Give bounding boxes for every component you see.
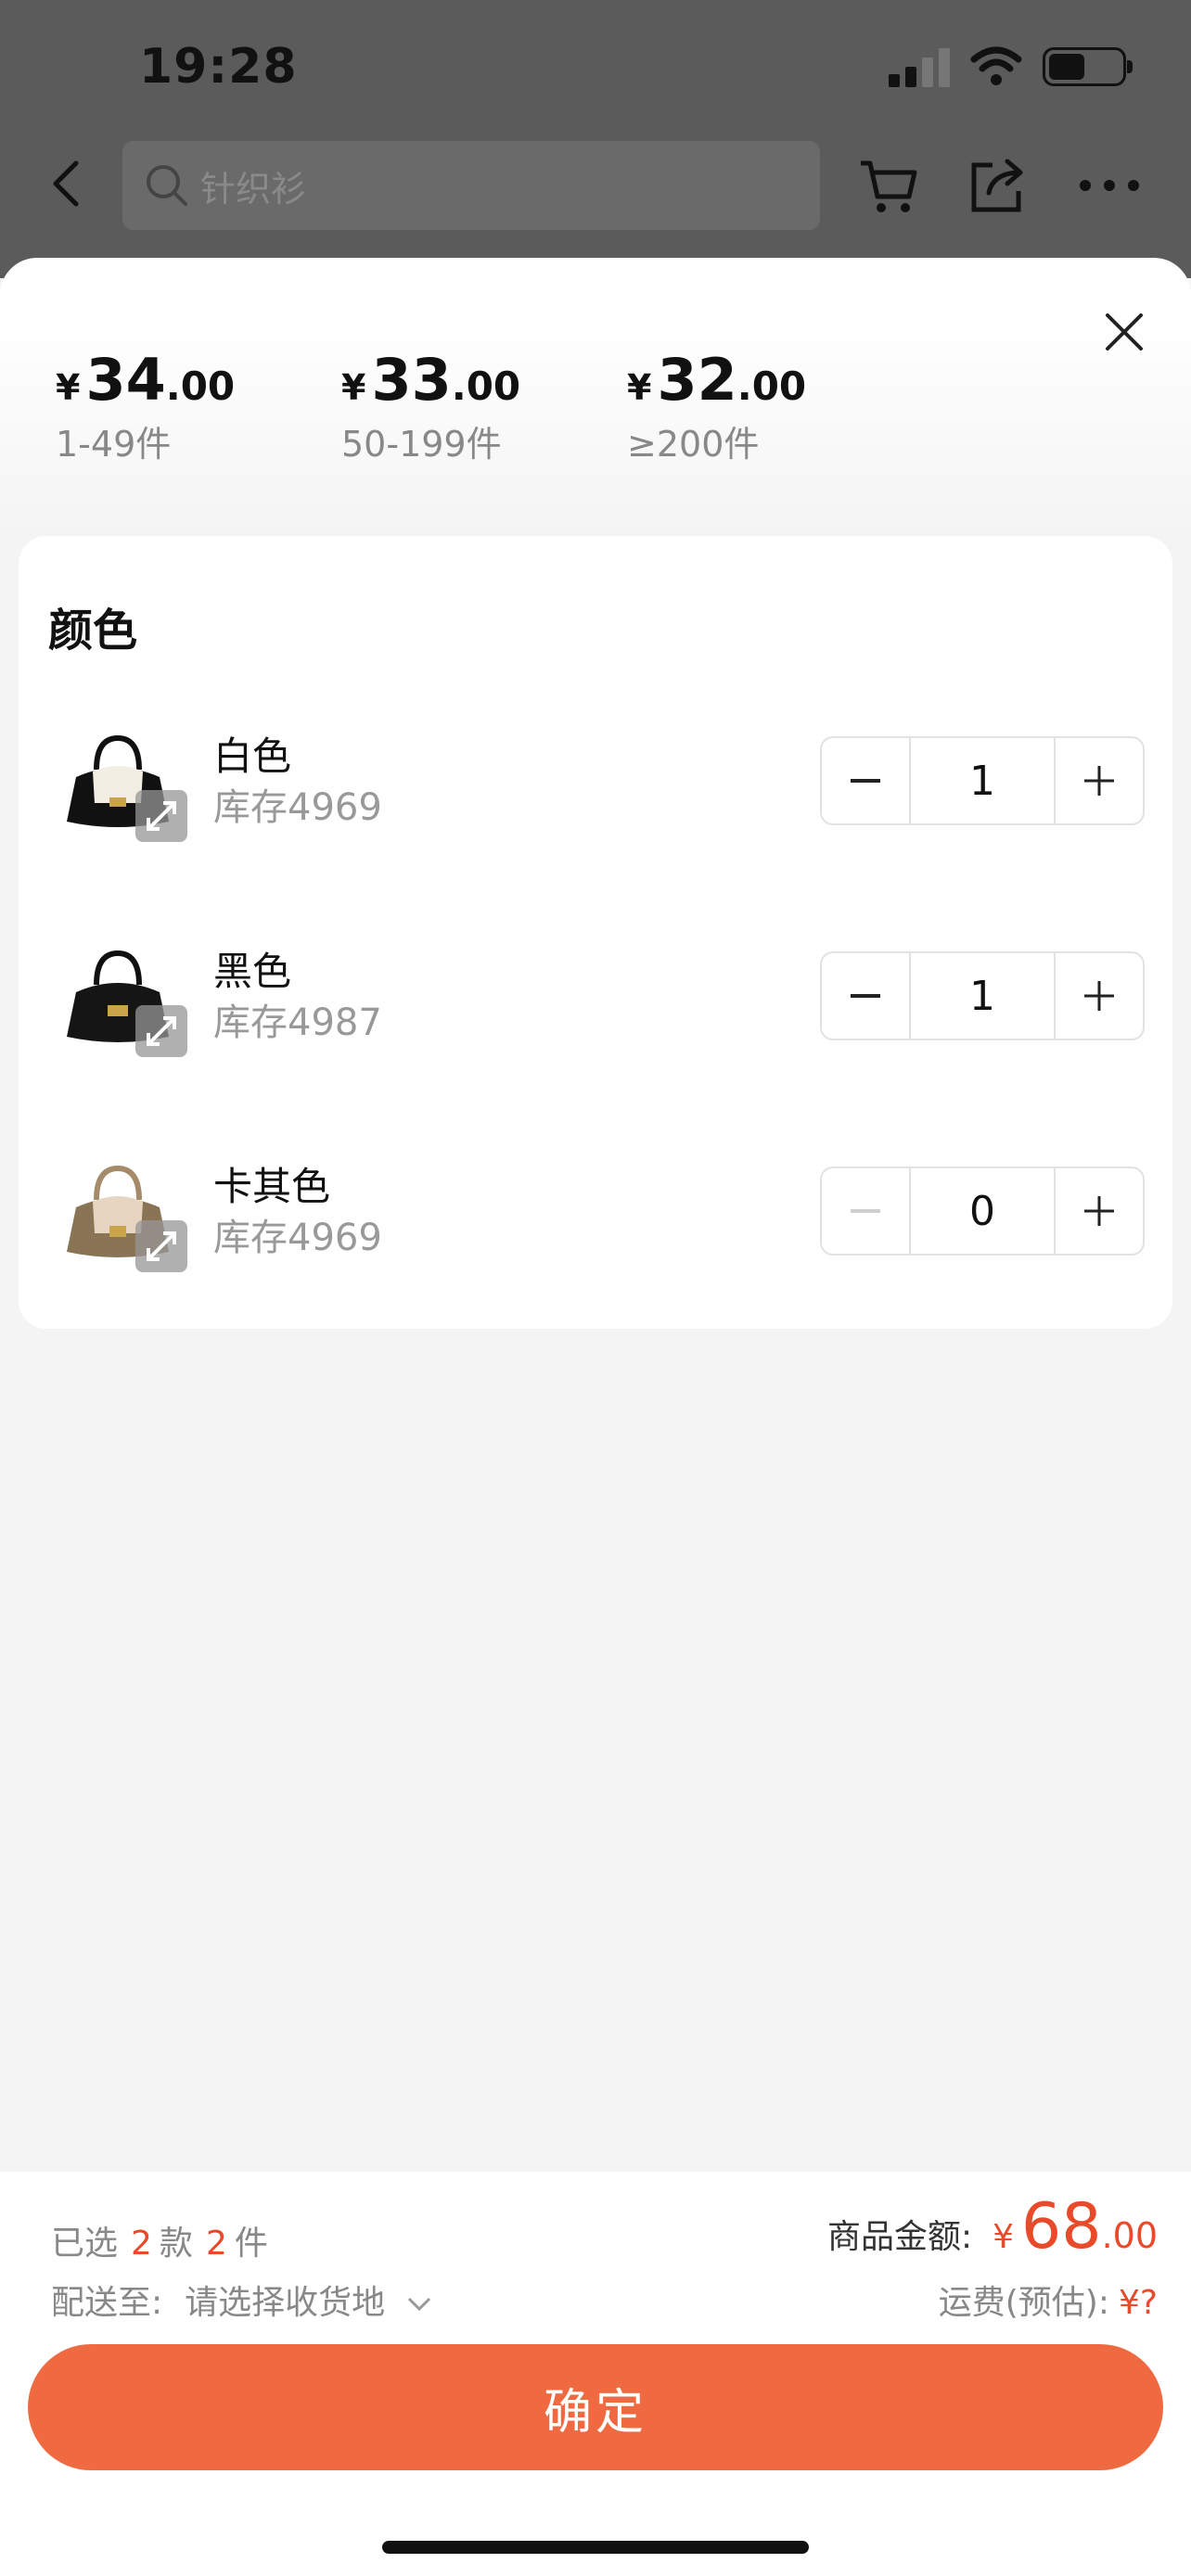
- product-thumbnail[interactable]: [48, 712, 187, 851]
- tier-price: ¥34.00: [56, 346, 236, 414]
- quantity-stepper: 1: [820, 736, 1145, 825]
- quantity-stepper: 0: [820, 1167, 1145, 1256]
- product-thumbnail[interactable]: [48, 927, 187, 1066]
- decrease-button-disabled[interactable]: [822, 1168, 909, 1254]
- freight-estimate: 运费(预估): ¥?: [938, 2284, 1158, 2322]
- more-icon[interactable]: [1076, 152, 1143, 219]
- back-icon[interactable]: [41, 156, 96, 211]
- product-thumbnail[interactable]: [48, 1142, 187, 1282]
- tier-price: ¥32.00: [627, 346, 807, 414]
- tier-price: ¥33.00: [341, 346, 521, 414]
- goods-total: 商品金额: ¥68.00: [826, 2190, 1158, 2264]
- order-summary-bar: 已选 2 款 2 件 配送至: 请选择收货地 商品金额: ¥68.00 运费(预估): ¥? …: [0, 2172, 1191, 2576]
- increase-button[interactable]: [1056, 1168, 1143, 1254]
- ship-label: 配送至:: [51, 2284, 163, 2322]
- cart-icon[interactable]: [855, 152, 922, 219]
- minus-icon: [851, 779, 880, 783]
- variant-row-black: 黑色 库存4987 1: [19, 927, 1172, 1066]
- top-nav: 针织衫: [0, 139, 1191, 232]
- variant-name: 白色: [213, 733, 292, 779]
- battery-icon: [1043, 47, 1133, 86]
- variant-stock: 库存4987: [213, 1001, 382, 1044]
- tier-range: 1-49件: [56, 424, 172, 465]
- variant-stock: 库存4969: [213, 786, 382, 829]
- price-tiers: ¥34.00 1-49件 ¥33.00 50-199件 ¥32.00 ≥200件: [56, 346, 913, 466]
- quantity-value[interactable]: 0: [909, 1168, 1056, 1254]
- tier-range: 50-199件: [341, 424, 502, 465]
- chevron-down-icon: [407, 2297, 430, 2312]
- signal-icon: [889, 46, 950, 87]
- goods-total-value: 68: [1021, 2190, 1102, 2264]
- items-count: 2: [205, 2225, 227, 2263]
- price-tier: ¥32.00 ≥200件: [627, 346, 913, 466]
- search-icon: [147, 165, 187, 206]
- tier-range: ≥200件: [627, 424, 760, 465]
- price-tier: ¥34.00 1-49件: [56, 346, 341, 466]
- plus-icon: [1084, 981, 1114, 1011]
- search-placeholder: 针织衫: [200, 168, 307, 210]
- decrease-button[interactable]: [822, 738, 909, 823]
- increase-button[interactable]: [1056, 953, 1143, 1039]
- variant-row-white: 白色 库存4969 1: [19, 712, 1172, 851]
- variant-stock: 库存4969: [213, 1217, 382, 1259]
- plus-icon: [1084, 766, 1114, 796]
- styles-count: 2: [131, 2225, 152, 2263]
- ship-value: 请选择收货地: [185, 2284, 386, 2322]
- minus-icon: [851, 994, 880, 998]
- status-icons: [889, 46, 1133, 87]
- search-bar[interactable]: 针织衫: [122, 141, 820, 230]
- freight-value: ¥?: [1118, 2284, 1158, 2322]
- confirm-button[interactable]: 确定: [28, 2344, 1163, 2470]
- quantity-value[interactable]: 1: [909, 738, 1056, 823]
- expand-icon[interactable]: [135, 1220, 187, 1272]
- minus-icon: [851, 1209, 880, 1213]
- status-time: 19:28: [139, 39, 298, 95]
- increase-button[interactable]: [1056, 738, 1143, 823]
- variant-name: 黑色: [213, 949, 292, 994]
- plus-icon: [1084, 1196, 1114, 1226]
- selection-summary: 已选 2 款 2 件: [51, 2225, 268, 2263]
- decrease-button[interactable]: [822, 953, 909, 1039]
- variant-name: 卡其色: [213, 1164, 331, 1209]
- close-icon[interactable]: [1096, 304, 1152, 360]
- price-tier: ¥33.00 50-199件: [341, 346, 627, 466]
- goods-total-label: 商品金额:: [826, 2218, 973, 2256]
- background-page: 19:28 针织衫: [0, 0, 1191, 278]
- variant-row-khaki: 卡其色 库存4969 0: [19, 1142, 1172, 1282]
- expand-icon[interactable]: [135, 790, 187, 842]
- quantity-stepper: 1: [820, 951, 1145, 1040]
- wifi-icon: [970, 46, 1022, 85]
- share-icon[interactable]: [965, 152, 1031, 219]
- quantity-value[interactable]: 1: [909, 953, 1056, 1039]
- color-section-title: 颜色: [48, 605, 138, 657]
- shipping-destination[interactable]: 配送至: 请选择收货地: [51, 2276, 433, 2324]
- color-options-card: 颜色 白色 库存4969 1 黑色 库存4987 1 卡其色 库存4969 0: [19, 536, 1172, 1329]
- expand-icon[interactable]: [135, 1005, 187, 1057]
- home-indicator: [382, 2541, 809, 2554]
